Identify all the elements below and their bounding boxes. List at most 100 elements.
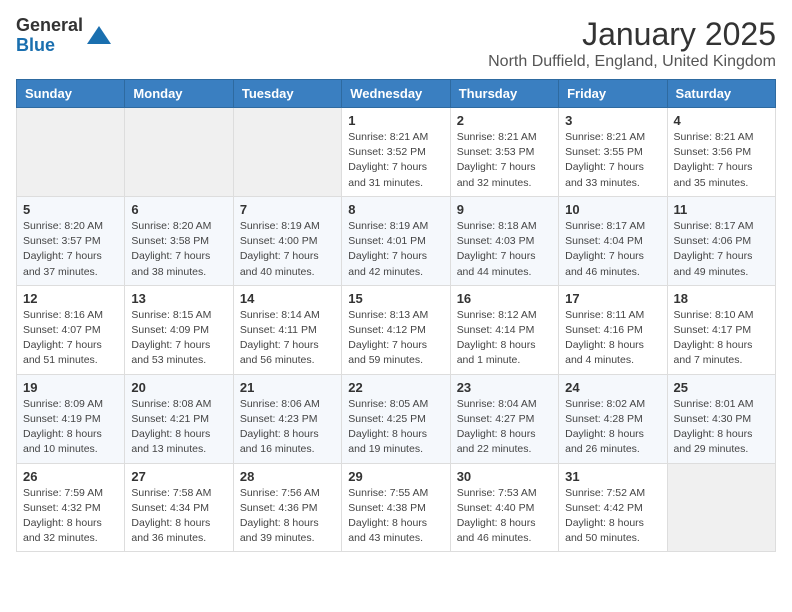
calendar-cell: 20Sunrise: 8:08 AM Sunset: 4:21 PM Dayli… — [125, 374, 233, 463]
day-info: Sunrise: 8:09 AM Sunset: 4:19 PM Dayligh… — [23, 397, 118, 458]
day-number: 26 — [23, 469, 118, 484]
calendar-cell: 14Sunrise: 8:14 AM Sunset: 4:11 PM Dayli… — [233, 285, 341, 374]
day-number: 27 — [131, 469, 226, 484]
day-number: 18 — [674, 291, 769, 306]
day-info: Sunrise: 8:18 AM Sunset: 4:03 PM Dayligh… — [457, 219, 552, 280]
calendar-header-wednesday: Wednesday — [342, 80, 450, 108]
day-info: Sunrise: 8:21 AM Sunset: 3:52 PM Dayligh… — [348, 130, 443, 191]
day-number: 23 — [457, 380, 552, 395]
calendar-cell: 2Sunrise: 8:21 AM Sunset: 3:53 PM Daylig… — [450, 108, 558, 197]
day-number: 6 — [131, 202, 226, 217]
calendar-header-friday: Friday — [559, 80, 667, 108]
calendar-cell — [233, 108, 341, 197]
day-info: Sunrise: 8:15 AM Sunset: 4:09 PM Dayligh… — [131, 308, 226, 369]
calendar-cell: 26Sunrise: 7:59 AM Sunset: 4:32 PM Dayli… — [17, 463, 125, 552]
day-number: 3 — [565, 113, 660, 128]
calendar-cell: 3 Sunrise: 8:21 AM Sunset: 3:55 PM Daylig… — [559, 108, 667, 197]
calendar-header-monday: Monday — [125, 80, 233, 108]
calendar-week-row: 1 Sunrise: 8:21 AM Sunset: 3:52 PM Daylig… — [17, 108, 776, 197]
calendar-cell: 15 Sunrise: 8:13 AM Sunset: 4:12 PM Dayli… — [342, 285, 450, 374]
day-info: Sunrise: 8:05 AM Sunset: 4:25 PM Dayligh… — [348, 397, 443, 458]
calendar-cell: 11 Sunrise: 8:17 AM Sunset: 4:06 PM Dayli… — [667, 196, 775, 285]
day-number: 5 — [23, 202, 118, 217]
day-info: Sunrise: 8:11 AM Sunset: 4:16 PM Dayligh… — [565, 308, 660, 369]
day-number: 7 — [240, 202, 335, 217]
day-number: 10 — [565, 202, 660, 217]
day-info: Sunrise: 8:02 AM Sunset: 4:28 PM Dayligh… — [565, 397, 660, 458]
calendar-cell: 4 Sunrise: 8:21 AM Sunset: 3:56 PM Daylig… — [667, 108, 775, 197]
day-number: 12 — [23, 291, 118, 306]
day-info: Sunrise: 7:56 AM Sunset: 4:36 PM Dayligh… — [240, 486, 335, 547]
day-info: Sunrise: 8:21 AM Sunset: 3:55 PM Dayligh… — [565, 130, 660, 191]
day-info: Sunrise: 7:52 AM Sunset: 4:42 PM Dayligh… — [565, 486, 660, 547]
day-info: Sunrise: 8:21 AM Sunset: 3:56 PM Dayligh… — [674, 130, 769, 191]
day-info: Sunrise: 8:16 AM Sunset: 4:07 PM Dayligh… — [23, 308, 118, 369]
calendar-cell: 9 Sunrise: 8:18 AM Sunset: 4:03 PM Daylig… — [450, 196, 558, 285]
calendar-cell: 8 Sunrise: 8:19 AM Sunset: 4:01 PM Daylig… — [342, 196, 450, 285]
calendar-table: SundayMondayTuesdayWednesdayThursdayFrid… — [16, 79, 776, 552]
calendar-header-saturday: Saturday — [667, 80, 775, 108]
day-number: 9 — [457, 202, 552, 217]
day-info: Sunrise: 8:17 AM Sunset: 4:06 PM Dayligh… — [674, 219, 769, 280]
calendar-cell: 19Sunrise: 8:09 AM Sunset: 4:19 PM Dayli… — [17, 374, 125, 463]
logo: General Blue — [16, 16, 113, 56]
calendar-cell: 1 Sunrise: 8:21 AM Sunset: 3:52 PM Daylig… — [342, 108, 450, 197]
day-info: Sunrise: 8:06 AM Sunset: 4:23 PM Dayligh… — [240, 397, 335, 458]
calendar-cell: 13 Sunrise: 8:15 AM Sunset: 4:09 PM Dayli… — [125, 285, 233, 374]
day-number: 22 — [348, 380, 443, 395]
calendar-cell: 21 Sunrise: 8:06 AM Sunset: 4:23 PM Dayli… — [233, 374, 341, 463]
month-title: January 2025 — [488, 16, 776, 53]
day-number: 13 — [131, 291, 226, 306]
day-info: Sunrise: 8:19 AM Sunset: 4:01 PM Dayligh… — [348, 219, 443, 280]
day-info: Sunrise: 8:13 AM Sunset: 4:12 PM Dayligh… — [348, 308, 443, 369]
day-number: 15 — [348, 291, 443, 306]
calendar-cell: 29 Sunrise: 7:55 AM Sunset: 4:38 PM Dayli… — [342, 463, 450, 552]
day-info: Sunrise: 7:55 AM Sunset: 4:38 PM Dayligh… — [348, 486, 443, 547]
day-info: Sunrise: 8:17 AM Sunset: 4:04 PM Dayligh… — [565, 219, 660, 280]
calendar-cell: 23 Sunrise: 8:04 AM Sunset: 4:27 PM Dayli… — [450, 374, 558, 463]
logo-blue: Blue — [16, 36, 83, 56]
calendar-cell: 31 Sunrise: 7:52 AM Sunset: 4:42 PM Dayli… — [559, 463, 667, 552]
calendar-cell: 5 Sunrise: 8:20 AM Sunset: 3:57 PM Daylig… — [17, 196, 125, 285]
day-number: 28 — [240, 469, 335, 484]
calendar-header-thursday: Thursday — [450, 80, 558, 108]
day-number: 31 — [565, 469, 660, 484]
calendar-cell: 22 Sunrise: 8:05 AM Sunset: 4:25 PM Dayli… — [342, 374, 450, 463]
day-number: 16 — [457, 291, 552, 306]
calendar-cell: 6 Sunrise: 8:20 AM Sunset: 3:58 PM Daylig… — [125, 196, 233, 285]
day-info: Sunrise: 8:14 AM Sunset: 4:11 PM Dayligh… — [240, 308, 335, 369]
day-number: 8 — [348, 202, 443, 217]
day-number: 24 — [565, 380, 660, 395]
calendar-header-sunday: Sunday — [17, 80, 125, 108]
calendar-cell: 7Sunrise: 8:19 AM Sunset: 4:00 PM Daylig… — [233, 196, 341, 285]
day-number: 11 — [674, 202, 769, 217]
calendar-cell: 24 Sunrise: 8:02 AM Sunset: 4:28 PM Dayli… — [559, 374, 667, 463]
day-number: 29 — [348, 469, 443, 484]
day-info: Sunrise: 8:20 AM Sunset: 3:58 PM Dayligh… — [131, 219, 226, 280]
calendar-header-tuesday: Tuesday — [233, 80, 341, 108]
day-number: 25 — [674, 380, 769, 395]
calendar-cell: 28 Sunrise: 7:56 AM Sunset: 4:36 PM Dayli… — [233, 463, 341, 552]
day-number: 17 — [565, 291, 660, 306]
day-info: Sunrise: 7:58 AM Sunset: 4:34 PM Dayligh… — [131, 486, 226, 547]
day-number: 4 — [674, 113, 769, 128]
calendar-week-row: 12 Sunrise: 8:16 AM Sunset: 4:07 PM Dayli… — [17, 285, 776, 374]
day-number: 30 — [457, 469, 552, 484]
day-number: 1 — [348, 113, 443, 128]
calendar-cell: 16 Sunrise: 8:12 AM Sunset: 4:14 PM Dayli… — [450, 285, 558, 374]
calendar-cell: 12 Sunrise: 8:16 AM Sunset: 4:07 PM Dayli… — [17, 285, 125, 374]
logo-general: General — [16, 16, 83, 36]
day-number: 21 — [240, 380, 335, 395]
calendar-week-row: 26Sunrise: 7:59 AM Sunset: 4:32 PM Dayli… — [17, 463, 776, 552]
day-info: Sunrise: 8:12 AM Sunset: 4:14 PM Dayligh… — [457, 308, 552, 369]
page-header: General Blue January 2025 North Duffield… — [16, 16, 776, 71]
calendar-cell: 10 Sunrise: 8:17 AM Sunset: 4:04 PM Dayli… — [559, 196, 667, 285]
day-info: Sunrise: 8:04 AM Sunset: 4:27 PM Dayligh… — [457, 397, 552, 458]
day-number: 2 — [457, 113, 552, 128]
calendar-header-row: SundayMondayTuesdayWednesdayThursdayFrid… — [17, 80, 776, 108]
calendar-cell: 18Sunrise: 8:10 AM Sunset: 4:17 PM Dayli… — [667, 285, 775, 374]
calendar-cell: 27 Sunrise: 7:58 AM Sunset: 4:34 PM Dayli… — [125, 463, 233, 552]
location: North Duffield, England, United Kingdom — [488, 53, 776, 71]
day-info: Sunrise: 8:20 AM Sunset: 3:57 PM Dayligh… — [23, 219, 118, 280]
title-block: January 2025 North Duffield, England, Un… — [488, 16, 776, 71]
